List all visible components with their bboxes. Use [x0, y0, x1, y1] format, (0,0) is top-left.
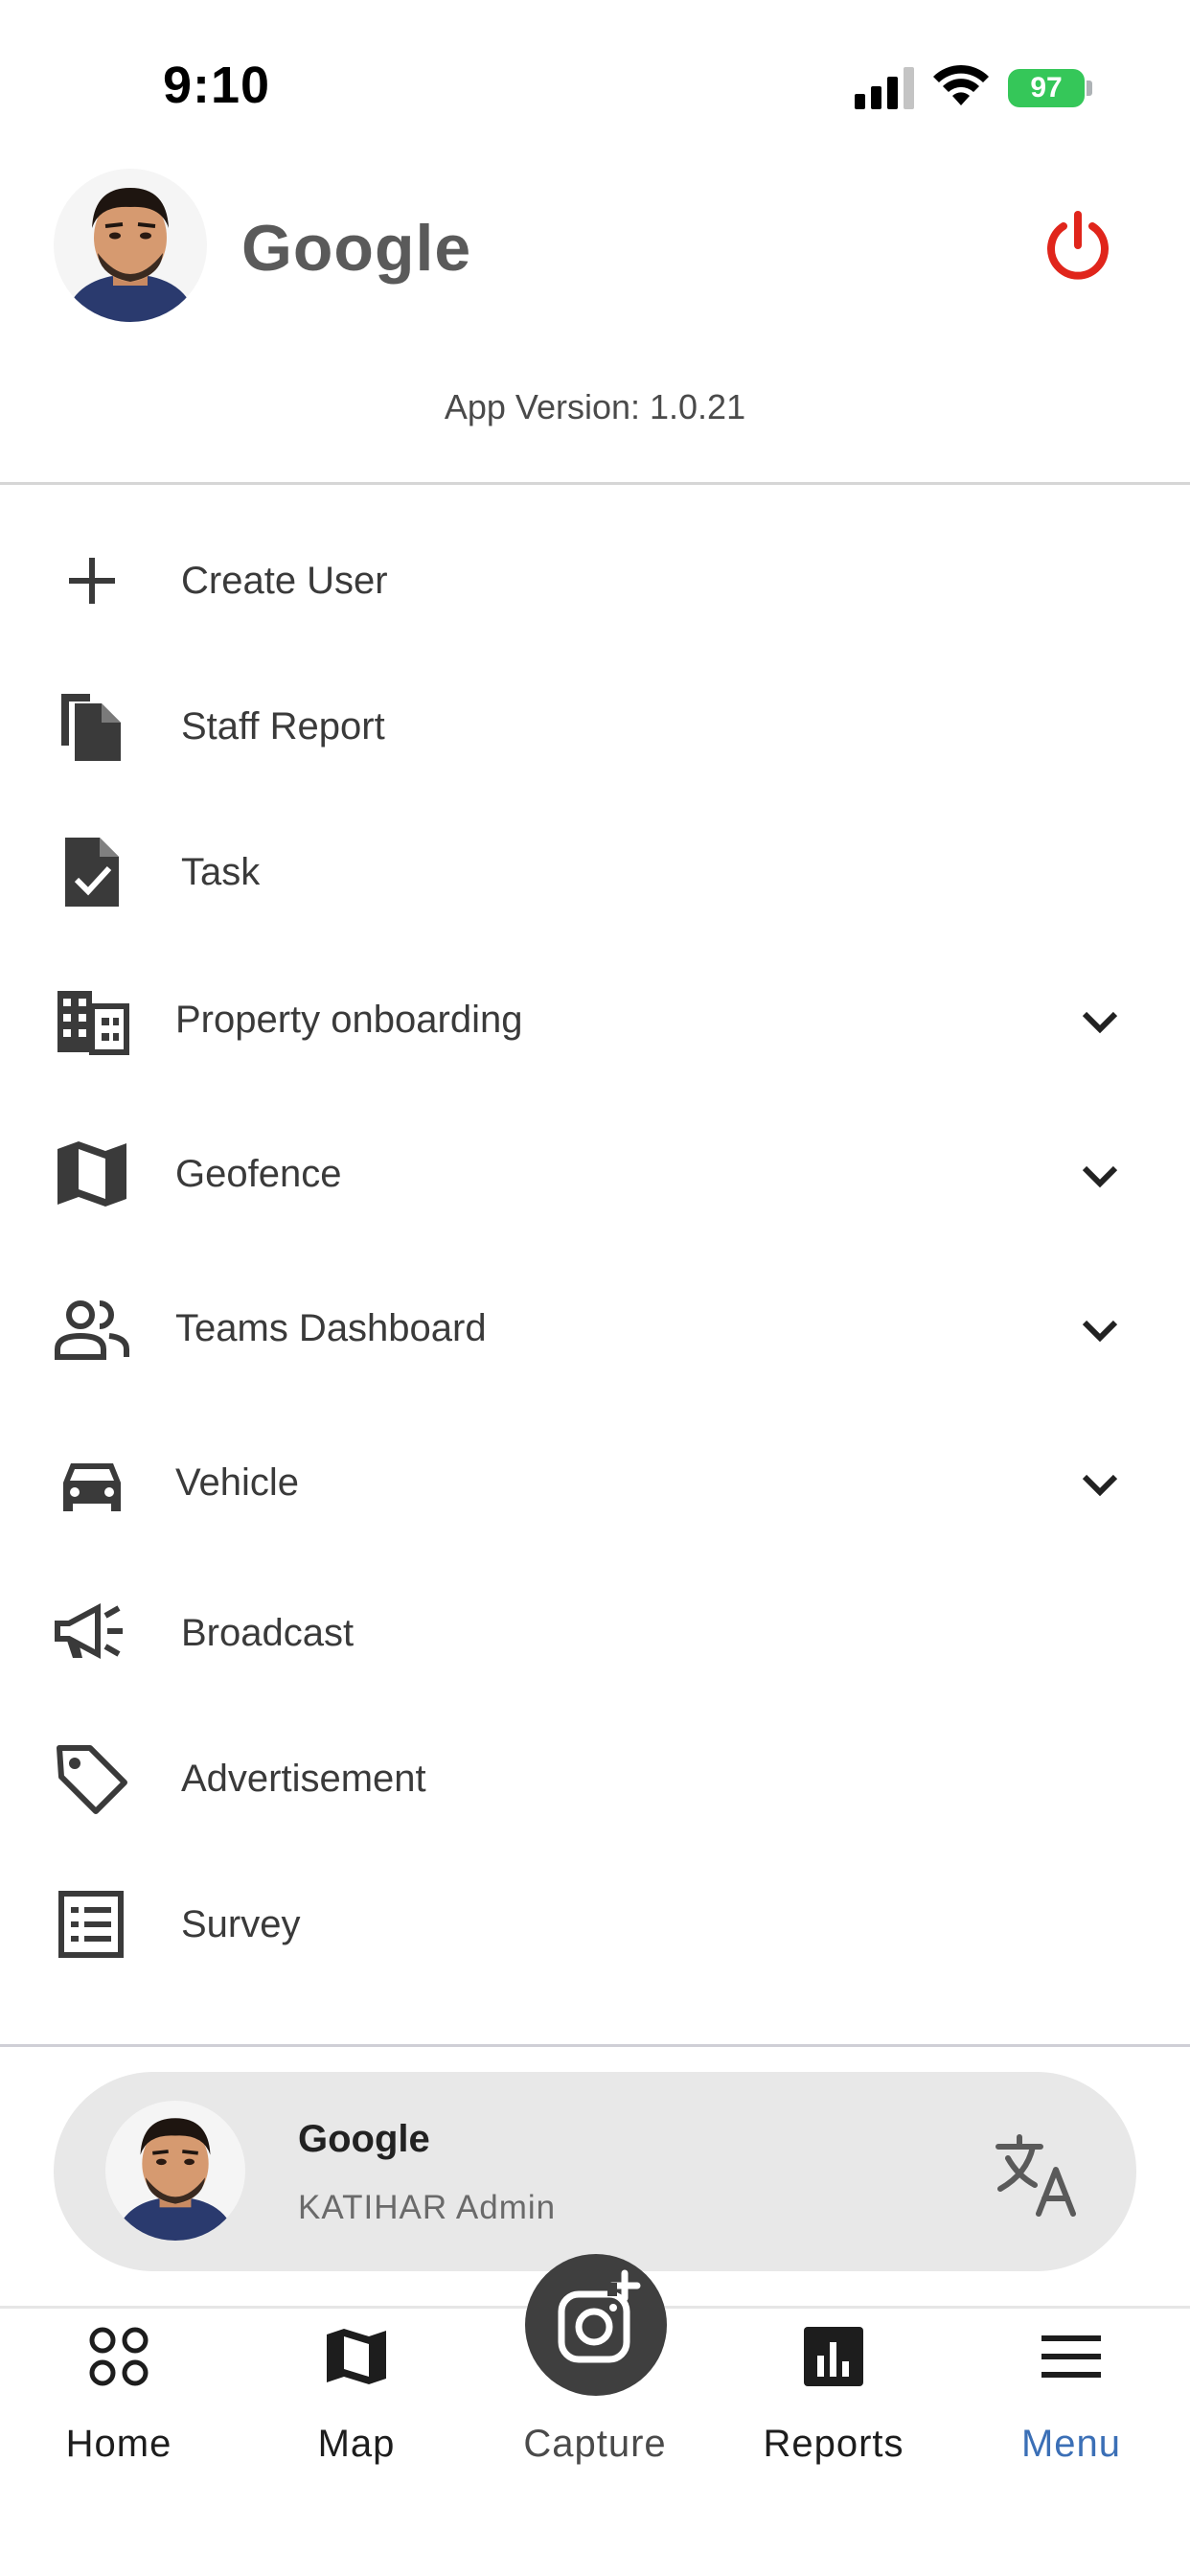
home-grid-icon — [89, 2327, 149, 2386]
menu-item-label: Staff Report — [181, 705, 385, 748]
menu-item-teams-dashboard[interactable]: Teams Dashboard — [0, 1261, 1190, 1395]
tab-reports[interactable]: Reports — [715, 2319, 952, 2482]
file-copy-icon — [54, 688, 130, 765]
tab-label: Reports — [763, 2423, 904, 2465]
tab-menu[interactable]: Menu — [952, 2319, 1190, 2482]
menu-item-label: Task — [181, 851, 261, 893]
status-time: 9:10 — [163, 57, 271, 114]
menu-item-create-user[interactable]: Create User — [0, 514, 1190, 648]
hamburger-menu-icon — [1041, 2335, 1101, 2378]
menu-item-label: Create User — [181, 560, 388, 602]
menu-item-label: Survey — [181, 1903, 301, 1945]
camera-plus-icon — [558, 2269, 641, 2363]
avatar-portrait-icon — [54, 169, 207, 322]
menu-item-label: Broadcast — [181, 1612, 355, 1654]
avatar-portrait-icon — [105, 2101, 245, 2241]
capture-button[interactable] — [525, 2254, 667, 2396]
chevron-down-icon[interactable] — [1073, 995, 1127, 1048]
menu-item-broadcast[interactable]: Broadcast — [0, 1566, 1190, 1700]
menu-item-label: Geofence — [175, 1153, 342, 1195]
tab-label: Map — [317, 2423, 396, 2465]
translate-icon[interactable] — [993, 2129, 1083, 2220]
user-card-avatar — [105, 2101, 245, 2241]
tab-label: Home — [65, 2423, 172, 2465]
menu-item-vehicle[interactable]: Vehicle — [0, 1415, 1190, 1550]
menu-item-label: Teams Dashboard — [175, 1307, 487, 1349]
tab-map[interactable]: Map — [238, 2319, 475, 2482]
profile-avatar[interactable] — [54, 169, 207, 322]
user-card-name: Google — [298, 2118, 430, 2160]
header-divider — [0, 482, 1190, 485]
header-username: Google — [241, 212, 472, 285]
menu-item-label: Property onboarding — [175, 999, 523, 1041]
menu-item-survey[interactable]: Survey — [0, 1857, 1190, 1991]
menu-item-label: Advertisement — [181, 1758, 426, 1800]
map-icon — [327, 2329, 386, 2384]
building-icon — [54, 981, 130, 1058]
user-card-role: KATIHAR Admin — [298, 2189, 557, 2226]
wifi-icon — [933, 64, 989, 105]
chevron-down-icon[interactable] — [1073, 1149, 1127, 1203]
megaphone-icon — [54, 1595, 130, 1671]
battery-tip — [1087, 80, 1092, 96]
battery-indicator: 97 — [1008, 69, 1085, 107]
app-version: App Version: 1.0.21 — [444, 387, 746, 426]
bar-chart-icon — [804, 2327, 863, 2386]
menu-item-staff-report[interactable]: Staff Report — [0, 659, 1190, 794]
tag-icon — [54, 1740, 130, 1817]
tab-label-capture: Capture — [523, 2423, 667, 2465]
chevron-down-icon[interactable] — [1073, 1458, 1127, 1511]
menu-item-geofence[interactable]: Geofence — [0, 1107, 1190, 1241]
tab-home[interactable]: Home — [0, 2319, 238, 2482]
power-icon[interactable] — [1041, 209, 1115, 284]
menu-item-task[interactable]: Task — [0, 805, 1190, 939]
chevron-down-icon[interactable] — [1073, 1303, 1127, 1357]
cellular-signal-icon — [855, 67, 914, 109]
menu-item-advertisement[interactable]: Advertisement — [0, 1712, 1190, 1846]
task-icon — [54, 834, 130, 910]
menu-divider — [0, 2044, 1190, 2047]
tab-label: Menu — [1020, 2423, 1122, 2465]
list-icon — [54, 1886, 130, 1963]
people-icon — [54, 1290, 130, 1367]
map-icon — [54, 1136, 130, 1212]
menu-item-label: Vehicle — [175, 1461, 299, 1504]
car-icon — [54, 1444, 130, 1521]
plus-icon — [54, 542, 130, 619]
menu-item-property-onboarding[interactable]: Property onboarding — [0, 953, 1190, 1087]
